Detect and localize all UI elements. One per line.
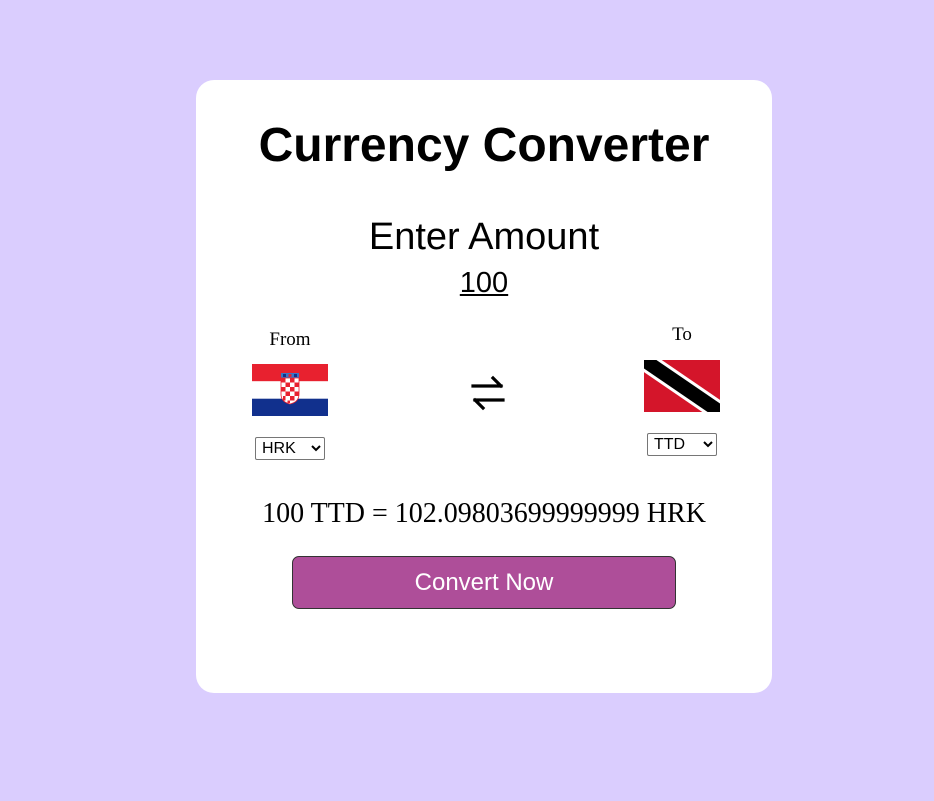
- from-label: From: [269, 329, 311, 350]
- to-currency-select[interactable]: TTD: [647, 433, 717, 456]
- amount-label: Enter Amount: [368, 216, 600, 258]
- swap-arrows-icon[interactable]: [468, 371, 508, 415]
- converter-card: Currency Converter Enter Amount From: [196, 80, 772, 693]
- to-label: To: [672, 324, 692, 345]
- croatia-flag-icon: [252, 364, 328, 416]
- convert-now-button[interactable]: Convert Now: [292, 556, 676, 609]
- app-title: Currency Converter: [258, 119, 710, 172]
- conversion-result: 100 TTD = 102.09803699999999 HRK: [262, 498, 706, 529]
- trinidad-and-tobago-flag-icon: [644, 360, 720, 412]
- from-currency-select[interactable]: HRK: [255, 437, 325, 460]
- amount-input[interactable]: [434, 266, 534, 300]
